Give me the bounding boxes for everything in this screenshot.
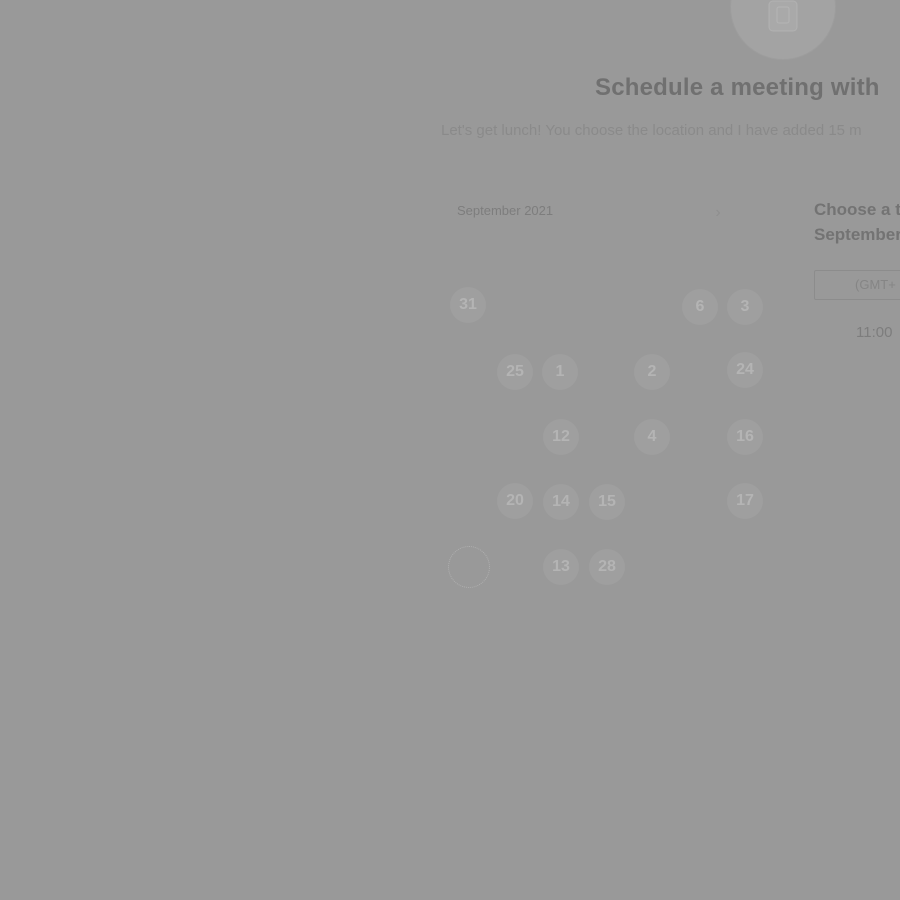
calendar-day[interactable]: 13 [543, 549, 579, 585]
event-description: Let's get lunch! You choose the location… [441, 122, 862, 139]
calendar-day[interactable]: 2 [634, 354, 670, 390]
calendar-day[interactable]: 28 [589, 549, 625, 585]
time-slot[interactable]: 11:00 [856, 324, 892, 341]
calendar-day[interactable]: 3 [727, 289, 763, 325]
chevron-right-icon: › [715, 204, 721, 221]
calendar-day[interactable]: 4 [634, 419, 670, 455]
calendar-day[interactable]: 16 [727, 419, 763, 455]
timezone-select[interactable]: (GMT+ [814, 270, 900, 300]
calendar-day[interactable]: 14 [543, 484, 579, 520]
page-title: Schedule a meeting with [595, 74, 880, 101]
calendar-day[interactable]: 20 [497, 483, 533, 519]
calendar-day[interactable]: 17 [727, 483, 763, 519]
time-panel-heading: Choose a t September [814, 197, 900, 247]
calendar-day[interactable]: 25 [497, 354, 533, 390]
user-photo-icon [768, 0, 798, 32]
today-indicator [448, 546, 490, 588]
time-panel-heading-line1: Choose a t [814, 200, 900, 219]
calendar-day[interactable]: 15 [589, 484, 625, 520]
next-month-button[interactable]: › [708, 202, 728, 224]
calendar-day[interactable]: 12 [543, 419, 579, 455]
calendar-month-label: September 2021 [457, 203, 554, 218]
selected-date-label: September [814, 225, 900, 244]
calendar-day[interactable]: 6 [682, 289, 718, 325]
calendar-day[interactable]: 31 [450, 287, 486, 323]
calendar-day[interactable]: 1 [542, 354, 578, 390]
calendar-day[interactable]: 24 [727, 352, 763, 388]
avatar [730, 0, 836, 60]
